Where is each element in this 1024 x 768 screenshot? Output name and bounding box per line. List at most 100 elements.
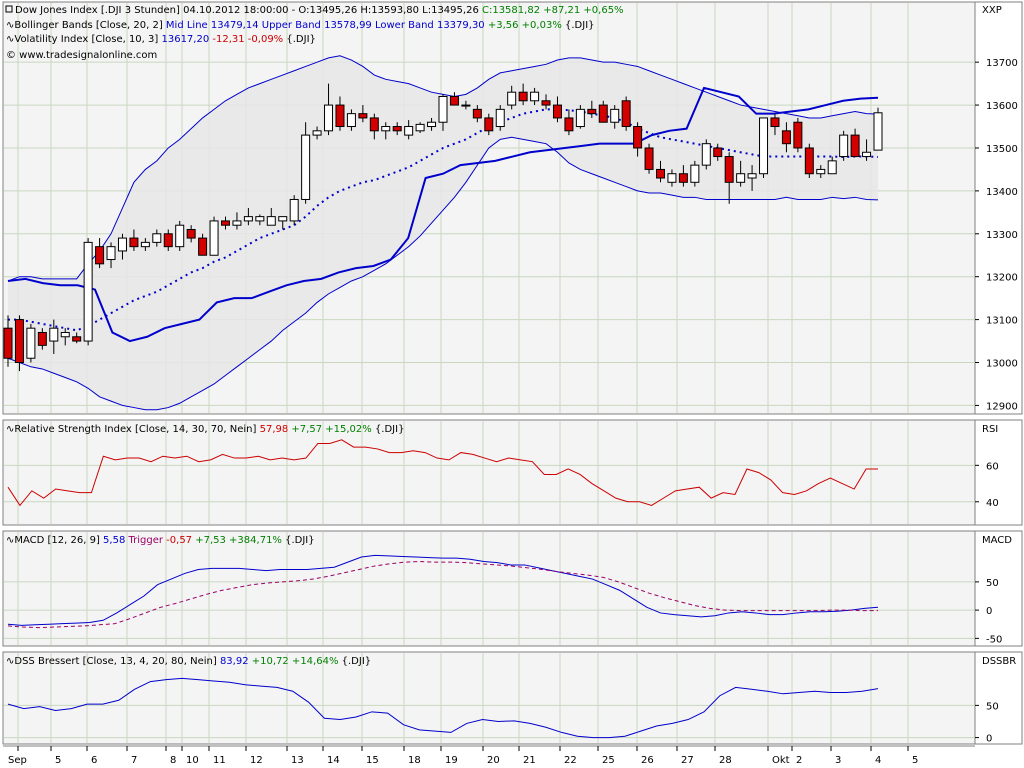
candle-body-40 xyxy=(462,105,470,106)
rsi-axis-title: RSI xyxy=(982,424,998,435)
candle-body-37 xyxy=(428,122,436,126)
x-tick-label-5: 10 xyxy=(186,755,199,766)
macd-legend-label: ∿MACD [12, 26, 9] xyxy=(6,535,103,546)
candle-body-3 xyxy=(38,332,46,345)
main-ytick-label-0: 13700 xyxy=(986,58,1018,69)
candle-body-2 xyxy=(27,328,35,358)
main-ytick-label-3: 13400 xyxy=(986,187,1018,198)
candle-body-34 xyxy=(393,127,401,131)
dss-ytick-label-1: 0 xyxy=(986,734,992,745)
candle-body-19 xyxy=(222,221,230,225)
candle-body-21 xyxy=(244,217,252,221)
candle-body-63 xyxy=(725,157,733,183)
macd-axis-title: MACD xyxy=(982,535,1012,546)
candle-body-20 xyxy=(233,221,241,225)
candle-body-16 xyxy=(187,230,195,239)
volatility-legend-change: -12,31 -0,09% xyxy=(212,34,286,45)
candle-body-43 xyxy=(496,109,504,126)
candle-body-68 xyxy=(782,131,790,144)
macd-legend-trigger-value: -0,57 xyxy=(166,535,195,546)
x-tick-label-17: 26 xyxy=(641,755,654,766)
candle-body-51 xyxy=(588,109,596,113)
candle-body-67 xyxy=(771,118,779,127)
rsi-legend-label: ∿Relative Strength Index [Close, 14, 30,… xyxy=(6,424,260,435)
dss-legend-suffix: {.DJI} xyxy=(342,656,372,667)
candle-body-58 xyxy=(668,174,676,183)
x-tick-label-3: 7 xyxy=(131,755,137,766)
candle-body-28 xyxy=(325,105,333,131)
x-tick-label-22: 3 xyxy=(835,755,841,766)
candle-body-59 xyxy=(679,174,687,183)
candle-body-32 xyxy=(370,118,378,131)
candle-body-50 xyxy=(576,109,584,126)
x-tick-label-12: 19 xyxy=(445,755,458,766)
macd-legend-change: +7,53 +384,71% xyxy=(195,535,285,546)
candle-body-55 xyxy=(634,127,642,148)
candle-body-72 xyxy=(828,161,836,174)
candle-body-31 xyxy=(359,114,367,118)
candle-body-8 xyxy=(96,247,104,264)
candle-body-22 xyxy=(256,217,264,221)
dss-ytick-label-0: 50 xyxy=(986,701,999,712)
candle-body-25 xyxy=(290,199,298,220)
candle-body-60 xyxy=(691,165,699,182)
candle-body-70 xyxy=(805,148,813,174)
rsi-ytick-label-1: 40 xyxy=(986,498,999,509)
dss-legend-value: 83,92 xyxy=(220,656,252,667)
x-tick-label-9: 14 xyxy=(327,755,340,766)
candle-body-39 xyxy=(450,96,458,105)
macd-legend-suffix: {.DJI} xyxy=(285,535,315,546)
x-tick-label-14: 21 xyxy=(523,755,536,766)
macd-legend: ∿MACD [12, 26, 9] 5,58 Trigger -0,57 +7,… xyxy=(6,535,315,546)
volatility-legend-label: ∿Volatility Index [Close, 10, 3] xyxy=(6,34,161,45)
candle-body-9 xyxy=(107,247,115,260)
pane-rsi-frame xyxy=(3,420,975,525)
candle-body-38 xyxy=(439,96,447,122)
candle-body-66 xyxy=(760,118,768,174)
x-tick-label-19: 28 xyxy=(719,755,732,766)
candle-body-47 xyxy=(542,101,550,105)
main-ytick-label-5: 13200 xyxy=(986,273,1018,284)
x-tick-label-21: 2 xyxy=(796,755,802,766)
x-tick-label-16: 25 xyxy=(602,755,615,766)
candle-body-69 xyxy=(794,122,802,148)
candle-body-57 xyxy=(657,169,665,178)
rsi-legend-value: 57,98 xyxy=(260,424,292,435)
macd-ytick-label-1: 0 xyxy=(986,606,992,617)
candle-body-65 xyxy=(748,174,756,178)
candle-body-15 xyxy=(176,225,184,246)
candle-body-29 xyxy=(336,105,344,126)
main-ytick-label-7: 13000 xyxy=(986,359,1018,370)
candle-body-1 xyxy=(15,320,23,363)
macd-ytick-label-0: 50 xyxy=(986,578,999,589)
candle-body-4 xyxy=(50,328,58,341)
volatility-legend-value: 13617,20 xyxy=(161,34,212,45)
candle-body-71 xyxy=(817,169,825,173)
instrument-ohlc: O:13495,26 H:13593,80 L:13495,26 xyxy=(298,5,482,16)
instrument-title-text: Dow Jones Index [.DJI 3 Stunden] 04.10.2… xyxy=(15,5,298,16)
instrument-title: Dow Jones Index [.DJI 3 Stunden] 04.10.2… xyxy=(15,5,624,16)
candle-body-52 xyxy=(599,105,607,122)
pane-macd-frame xyxy=(3,531,975,646)
candle-body-35 xyxy=(405,127,413,136)
candle-body-13 xyxy=(153,234,161,243)
volatility-legend: ∿Volatility Index [Close, 10, 3] 13617,2… xyxy=(6,34,316,45)
candle-body-17 xyxy=(199,238,207,255)
candle-body-24 xyxy=(279,217,287,221)
dss-legend-change: +10,72 +14,64% xyxy=(252,656,342,667)
main-ytick-label-8: 12900 xyxy=(986,401,1018,412)
candle-body-44 xyxy=(508,92,516,105)
candle-body-75 xyxy=(863,152,871,156)
candle-body-42 xyxy=(485,118,493,131)
rsi-ytick-label-0: 60 xyxy=(986,461,999,472)
bollinger-legend: ∿Bollinger Bands [Close, 20, 2] Mid Line… xyxy=(6,20,595,31)
candle-body-56 xyxy=(645,148,653,169)
candle-body-53 xyxy=(611,109,619,122)
candle-body-6 xyxy=(73,337,81,341)
candle-body-5 xyxy=(61,332,69,336)
candle-body-18 xyxy=(210,221,218,255)
x-tick-label-15: 22 xyxy=(564,755,577,766)
candle-body-23 xyxy=(267,217,275,226)
main-ytick-label-4: 13300 xyxy=(986,230,1018,241)
x-tick-label-4: 8 xyxy=(170,755,176,766)
